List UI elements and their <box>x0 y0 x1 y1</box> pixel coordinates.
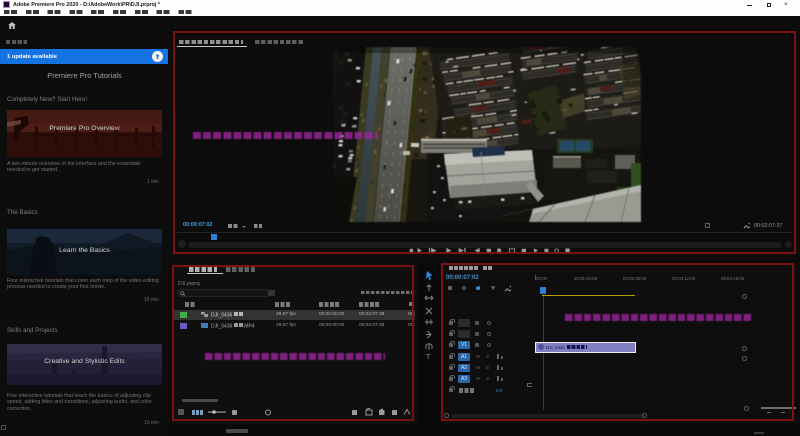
svg-text:T: T <box>426 354 431 361</box>
